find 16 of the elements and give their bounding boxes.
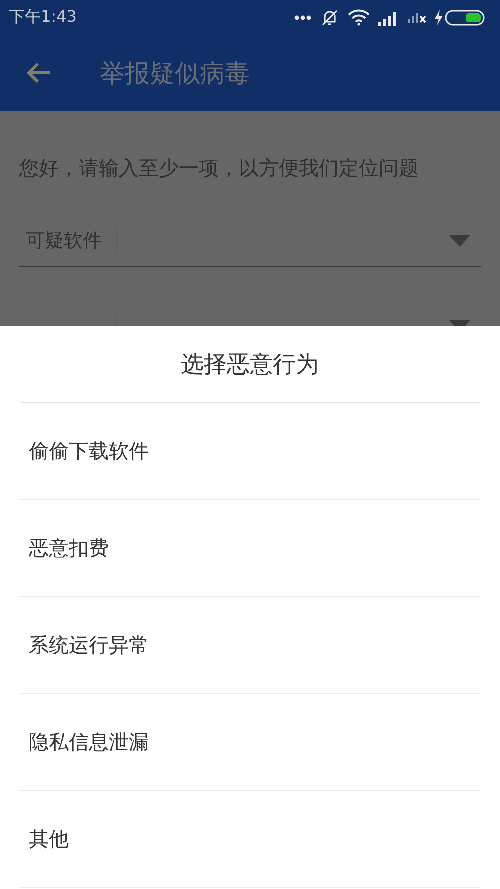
more-dots-icon — [294, 14, 312, 20]
battery-charging-icon — [434, 8, 486, 26]
back-arrow-icon[interactable] — [26, 62, 52, 84]
wifi-icon — [348, 9, 370, 26]
option-item[interactable]: 恶意扣费 — [20, 500, 480, 597]
status-time: 下午1:43 — [9, 7, 77, 28]
sheet-title: 选择恶意行为 — [181, 350, 319, 380]
page-title: 举报疑似病毒 — [100, 58, 250, 90]
option-item[interactable]: 偷偷下载软件 — [20, 403, 480, 500]
option-item[interactable]: 其他 — [20, 791, 480, 888]
option-item[interactable]: 隐私信息泄漏 — [20, 694, 480, 791]
option-item[interactable]: 系统运行异常 — [20, 597, 480, 694]
dropdown-caret-icon — [449, 235, 471, 247]
muted-bell-icon — [320, 8, 340, 28]
intro-text: 您好，请输入至少一项，以方便我们定位问题 — [19, 155, 420, 182]
no-signal-icon — [408, 12, 426, 22]
